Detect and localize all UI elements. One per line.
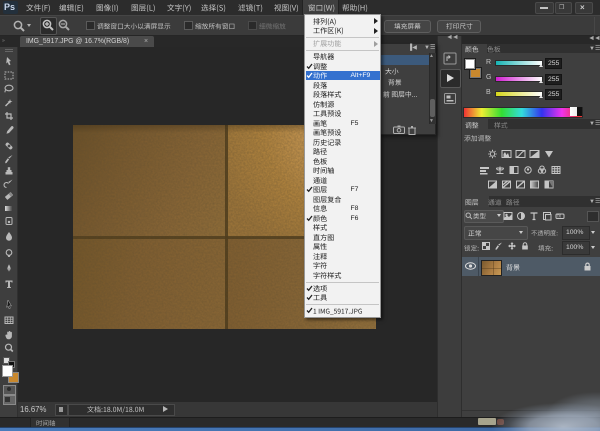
svg-text:fx: fx <box>557 214 561 220</box>
